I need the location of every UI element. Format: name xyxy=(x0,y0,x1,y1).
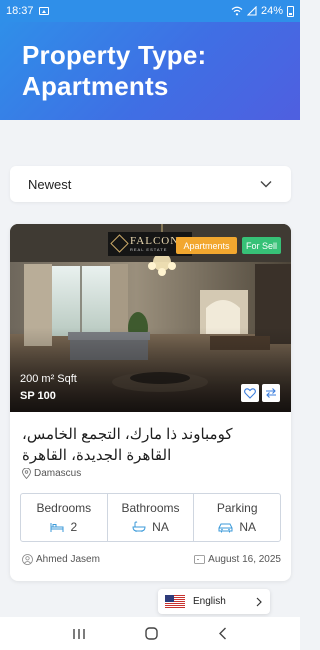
user-icon xyxy=(22,554,33,565)
property-photo[interactable]: FALCON REAL ESTATE Apartments For Sell 2… xyxy=(10,224,291,412)
page-title-line1: Property Type: xyxy=(22,40,207,70)
agency-logo-mark xyxy=(110,234,129,253)
property-type-badge: Apartments xyxy=(176,237,237,254)
gallery-notification-icon xyxy=(38,7,49,15)
battery-icon xyxy=(287,5,294,17)
language-label: English xyxy=(193,596,226,607)
heart-icon xyxy=(244,387,256,399)
feature-label: Bedrooms xyxy=(36,501,92,515)
signal-icon xyxy=(246,6,257,16)
feature-parking: Parking NA xyxy=(193,494,280,541)
agency-logo-subtitle: REAL ESTATE xyxy=(130,247,168,252)
feature-bathrooms: Bathrooms NA xyxy=(106,494,194,541)
feature-bedrooms: Bedrooms 2 xyxy=(21,494,107,541)
back-button[interactable] xyxy=(218,627,228,640)
agent-name: Ahmed Jasem xyxy=(36,554,100,565)
home-button[interactable] xyxy=(145,627,159,640)
sort-dropdown[interactable]: Newest xyxy=(10,166,291,202)
feature-value: NA xyxy=(152,520,169,534)
agent-info[interactable]: Ahmed Jasem xyxy=(22,554,100,565)
listing-date-text: August 16, 2025 xyxy=(208,554,281,565)
battery-percent: 24% xyxy=(260,5,283,17)
calendar-icon xyxy=(194,555,206,564)
property-price: SP 100 xyxy=(20,390,56,402)
property-card[interactable]: FALCON REAL ESTATE Apartments For Sell 2… xyxy=(10,224,291,581)
property-location: Damascus xyxy=(22,468,81,479)
chevron-right-icon xyxy=(256,597,262,606)
feature-value: NA xyxy=(239,520,257,534)
page-title-line2: Apartments xyxy=(22,71,169,101)
agency-logo-name: FALCON xyxy=(130,235,180,247)
favorite-button[interactable] xyxy=(241,384,259,402)
status-bar: 18:37 24% xyxy=(0,0,300,22)
us-flag-icon xyxy=(165,595,185,608)
wifi-icon xyxy=(231,6,243,16)
property-title[interactable]: كومباوند ذا مارك، التجمع الخامس، القاهرة… xyxy=(22,424,280,466)
bathtub-icon xyxy=(132,521,146,532)
recent-apps-button[interactable] xyxy=(72,628,86,640)
listing-status-badge: For Sell xyxy=(242,237,281,254)
location-pin-icon xyxy=(22,468,31,479)
bed-icon xyxy=(50,522,64,532)
car-icon xyxy=(218,523,233,532)
language-selector[interactable]: English xyxy=(158,589,270,614)
listing-date: August 16, 2025 xyxy=(194,554,281,565)
system-navigation-bar xyxy=(0,617,300,650)
page-title: Property Type: Apartments xyxy=(22,40,278,102)
compare-button[interactable] xyxy=(262,384,280,402)
compare-arrows-icon xyxy=(266,388,276,398)
chevron-down-icon xyxy=(260,181,272,188)
card-footer: Ahmed Jasem August 16, 2025 xyxy=(22,554,281,565)
feature-value: 2 xyxy=(70,520,78,534)
feature-label: Parking xyxy=(216,501,258,515)
location-text: Damascus xyxy=(34,468,82,479)
page-header: Property Type: Apartments xyxy=(0,22,300,120)
status-time: 18:37 xyxy=(6,5,34,17)
sort-selected-value: Newest xyxy=(28,176,72,192)
property-features: Bedrooms 2 Bathrooms NA Parking NA xyxy=(20,493,281,542)
property-area: 200 m² Sqft xyxy=(20,373,77,385)
feature-label: Bathrooms xyxy=(121,501,180,515)
